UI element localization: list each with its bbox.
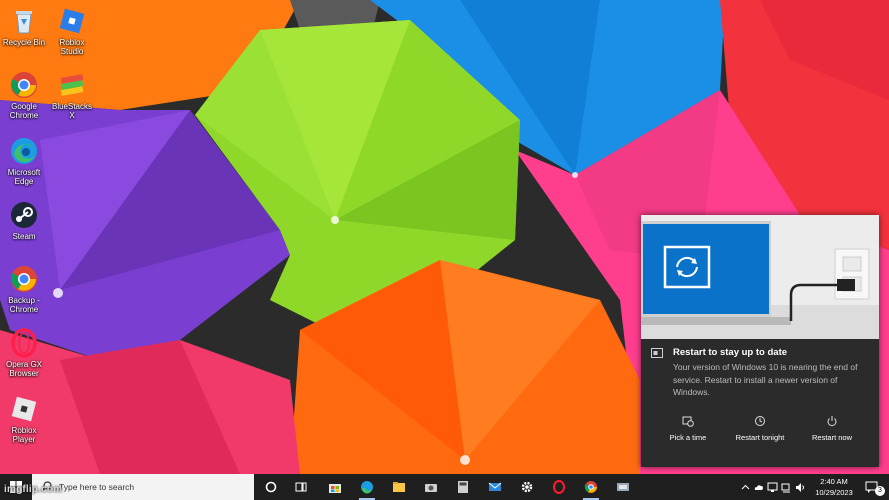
taskbar-other-app[interactable] <box>608 474 638 500</box>
restart-now-button[interactable]: Restart now <box>797 415 867 442</box>
monitor-icon <box>767 482 778 492</box>
notification-title: Restart to stay up to date <box>673 347 788 358</box>
chrome-backup-icon <box>9 264 39 294</box>
desktop-icon-label: Roblox Studio <box>59 38 85 56</box>
settings-icon <box>521 481 533 493</box>
desktop-icon-roblox-player[interactable]: Roblox Player <box>1 394 47 444</box>
taskbar-edge[interactable] <box>352 474 382 500</box>
settings-app-icon <box>651 348 663 358</box>
mail-icon <box>488 482 502 491</box>
camera-icon <box>425 484 437 492</box>
desktop-icon-steam[interactable]: Steam <box>1 200 47 241</box>
desktop-icon-label: BlueStacks X <box>51 102 93 120</box>
cortana-icon <box>265 481 277 493</box>
desktop-icon-label: Steam <box>12 232 36 241</box>
bluestacks-icon <box>57 70 87 100</box>
network-icon <box>781 483 790 493</box>
notification-hero-image <box>641 215 879 339</box>
chrome-icon <box>584 481 597 493</box>
file-explorer-icon <box>393 482 405 492</box>
clock-date: 10/29/2023 <box>815 488 853 497</box>
tray-app[interactable] <box>766 474 780 500</box>
taskbar-cortana[interactable] <box>256 474 286 500</box>
taskbar: Type here to search 2:40 AM 10/29/2023 3 <box>0 474 889 500</box>
power-icon <box>827 416 837 427</box>
calculator-icon <box>458 481 468 493</box>
restart-tonight-button[interactable]: Restart tonight <box>725 415 795 442</box>
restart-clock-icon <box>755 416 765 426</box>
restart-now-label: Restart now <box>811 433 853 442</box>
opera-icon <box>553 480 565 494</box>
taskbar-camera[interactable] <box>416 474 446 500</box>
cloud-icon <box>754 485 763 490</box>
taskbar-clock[interactable]: 2:40 AM 10/29/2023 <box>808 476 860 498</box>
steam-icon <box>9 200 39 230</box>
restart-tonight-label: Restart tonight <box>735 433 785 442</box>
desktop-icon-google-chrome[interactable]: Google Chrome <box>1 70 47 120</box>
update-restart-notification[interactable]: Restart to stay up to date Your version … <box>641 215 879 467</box>
imgflip-watermark: imgflip.com <box>4 484 63 495</box>
desktop-icon-opera-gx[interactable]: Opera GX Browser <box>1 328 47 378</box>
notification-body: Your version of Windows 10 is nearing th… <box>673 362 858 397</box>
taskbar-store[interactable] <box>320 474 350 500</box>
tray-volume[interactable] <box>794 474 808 500</box>
taskbar-calculator[interactable] <box>448 474 478 500</box>
calendar-clock-icon <box>682 416 694 427</box>
desktop-icon-bluestacks[interactable]: BlueStacks X <box>49 70 95 120</box>
clock-time: 2:40 AM <box>820 477 848 486</box>
chevron-up-icon <box>741 484 750 490</box>
taskbar-task-view[interactable] <box>286 474 316 500</box>
speaker-icon <box>796 483 804 492</box>
pick-a-time-button[interactable]: Pick a time <box>653 415 723 442</box>
desktop-icon-label: Backup - Chrome <box>8 296 40 314</box>
other-app-icon <box>617 483 629 491</box>
task-view-icon <box>295 482 307 492</box>
tray-onedrive[interactable] <box>752 474 766 500</box>
taskbar-chrome[interactable] <box>576 474 606 500</box>
search-placeholder: Type here to search <box>59 482 135 492</box>
recycle-bin-icon <box>9 6 39 36</box>
roblox-studio-icon <box>57 6 87 36</box>
chrome-icon <box>9 70 39 100</box>
store-icon <box>329 484 341 493</box>
desktop-icon-backup-chrome[interactable]: Backup - Chrome <box>1 264 47 314</box>
taskbar-mail[interactable] <box>480 474 510 500</box>
taskbar-search-box[interactable]: Type here to search <box>32 474 254 500</box>
edge-icon <box>9 136 39 166</box>
edge-icon <box>361 481 373 494</box>
roblox-player-icon <box>9 394 39 424</box>
desktop-icon-label: Google Chrome <box>9 102 39 120</box>
taskbar-file-explorer[interactable] <box>384 474 414 500</box>
taskbar-opera[interactable] <box>544 474 574 500</box>
desktop-icon-roblox-studio[interactable]: Roblox Studio <box>49 6 95 56</box>
desktop-icon-label: Opera GX Browser <box>5 360 42 378</box>
desktop-icon-label: Recycle Bin <box>2 38 46 47</box>
desktop-icon-recycle-bin[interactable]: Recycle Bin <box>1 6 47 47</box>
tray-network[interactable] <box>780 474 794 500</box>
desktop-icon-label: Microsoft Edge <box>7 168 41 186</box>
notification-count: 3 <box>875 486 885 496</box>
tray-show-hidden[interactable] <box>738 474 752 500</box>
desktop-icon-label: Roblox Player <box>11 426 37 444</box>
opera-gx-icon <box>9 328 39 358</box>
pick-a-time-label: Pick a time <box>669 433 707 442</box>
desktop-icon-microsoft-edge[interactable]: Microsoft Edge <box>1 136 47 186</box>
notification-header: Restart to stay up to date <box>651 347 871 361</box>
taskbar-settings[interactable] <box>512 474 542 500</box>
action-center-button[interactable]: 3 <box>861 474 889 500</box>
